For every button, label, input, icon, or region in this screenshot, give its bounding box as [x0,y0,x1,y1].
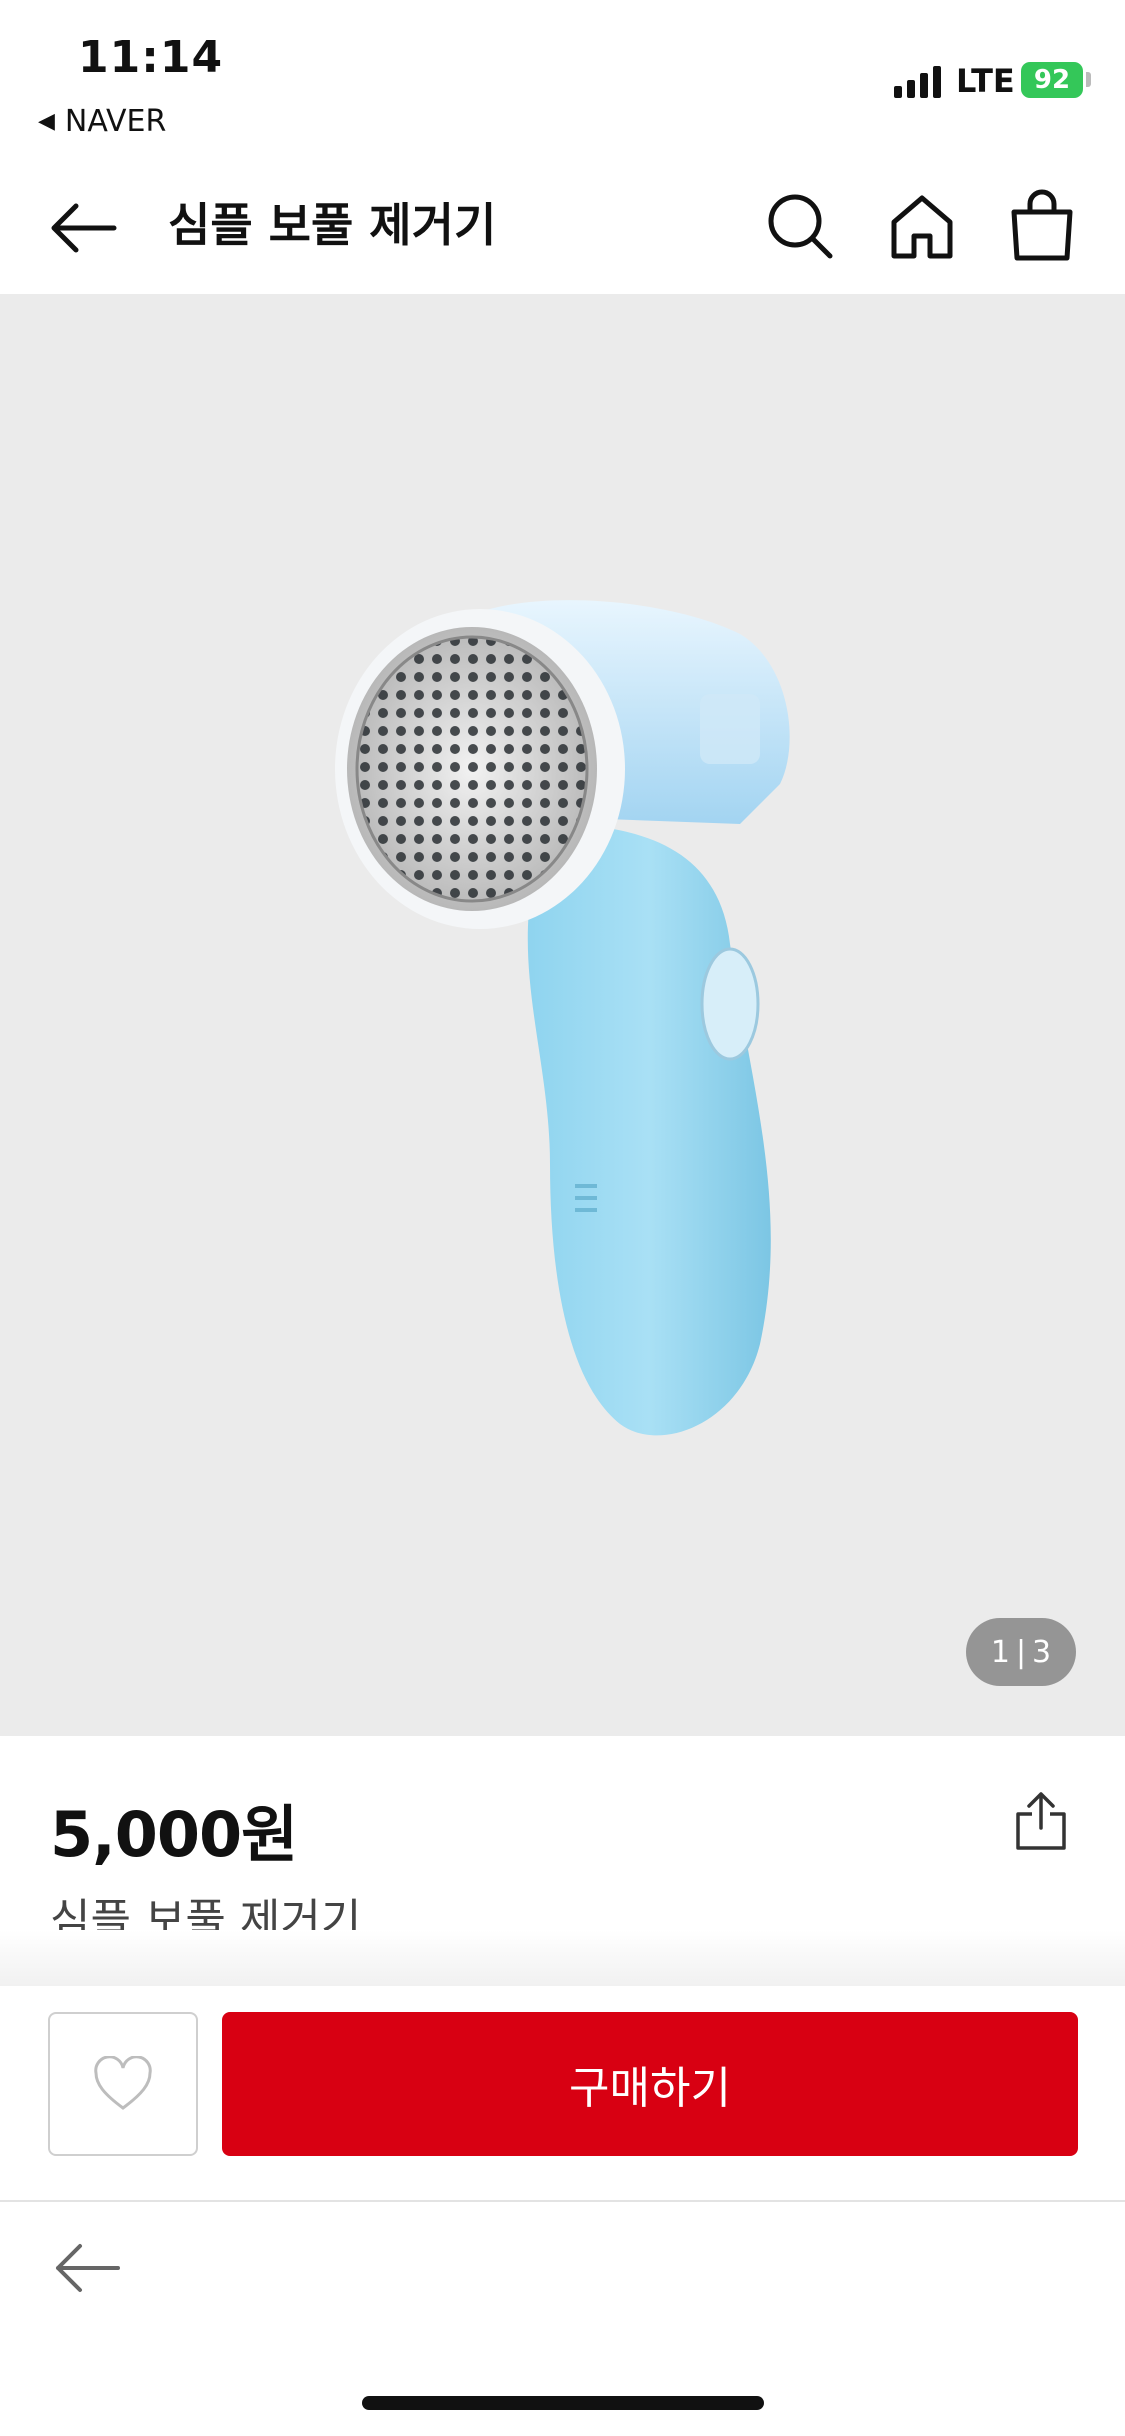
back-triangle-icon: ◀ [38,109,55,134]
purchase-action-bar: 구매하기 [0,1986,1125,2202]
back-arrow-icon[interactable] [48,196,118,260]
browser-back-arrow-icon[interactable] [52,2236,122,2300]
battery-level: 92 [1033,65,1071,95]
image-counter: 1 | 3 [966,1618,1076,1686]
content-fade [0,1930,1125,1986]
image-counter-current: 1 [990,1634,1010,1670]
heart-icon [94,2056,152,2110]
battery-cap [1086,72,1091,87]
buy-button[interactable]: 구매하기 [222,2012,1078,2156]
network-type: LTE [956,62,1015,100]
status-time: 11:14 [78,32,224,83]
image-counter-divider: | [1015,1634,1027,1670]
page-title: 심플 보풀 제거기 [168,198,497,252]
share-icon[interactable] [1012,1790,1070,1852]
image-counter-total: 3 [1032,1634,1052,1670]
lint-remover-product-image [335,600,790,1436]
back-app-label: NAVER [64,104,167,139]
product-price: 5,000원 [50,1798,298,1871]
page-header: 심플 보풀 제거기 [0,160,1125,294]
search-icon[interactable] [762,188,838,264]
shopping-bag-icon[interactable] [1004,188,1080,264]
back-to-app-link[interactable]: ◀ NAVER [38,104,166,139]
screen: 11:14 ◀ NAVER LTE 92 심플 보풀 제거기 1 | 3 5,0… [0,0,1125,2436]
product-image-carousel[interactable]: 1 | 3 [0,294,1125,1736]
cellular-signal-icon [894,66,941,98]
home-icon[interactable] [884,188,960,264]
home-indicator [362,2396,764,2410]
status-bar: 11:14 ◀ NAVER LTE 92 [0,0,1125,160]
battery-icon: 92 [1021,62,1083,98]
wishlist-button[interactable] [48,2012,198,2156]
